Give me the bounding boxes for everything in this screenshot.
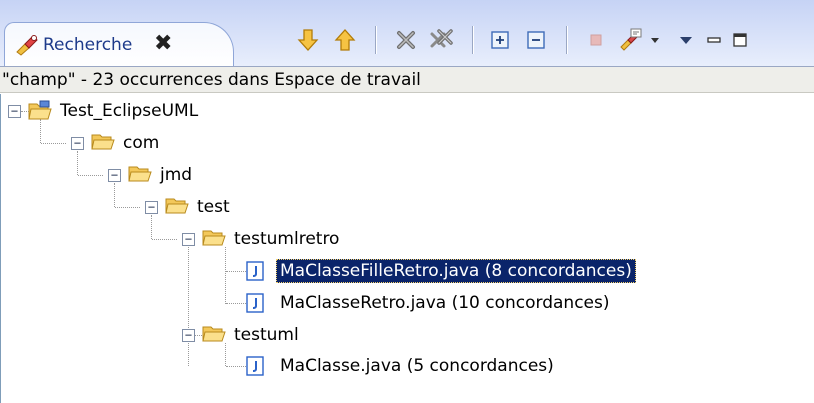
tree-guide — [188, 247, 189, 366]
tree-guide — [152, 239, 177, 240]
search-result-summary: "champ" - 23 occurrences dans Espace de … — [0, 66, 814, 93]
cancel-search-button[interactable] — [581, 25, 611, 55]
remove-selected-matches-button[interactable] — [391, 25, 421, 55]
collapse-toggle[interactable]: − — [182, 329, 195, 342]
dropdown-arrow-icon — [651, 38, 659, 43]
tree-guide — [78, 175, 103, 176]
tree-label: com — [123, 133, 160, 153]
tree-label: MaClasseRetro.java (10 concordances) — [280, 293, 610, 313]
folder-open-icon — [202, 230, 226, 246]
tab-title: Recherche — [43, 35, 133, 55]
view-toolbar: Recherche ✖ — [0, 0, 814, 67]
previous-match-button[interactable] — [330, 25, 360, 55]
expand-all-button[interactable] — [485, 25, 515, 55]
stop-icon — [590, 34, 602, 46]
toolbar-separator — [566, 26, 568, 54]
toolbar-separator — [472, 26, 474, 54]
collapse-toggle[interactable]: − — [71, 137, 84, 150]
collapse-toggle[interactable]: − — [182, 233, 195, 246]
tree-guide — [226, 366, 246, 367]
java-file-icon — [246, 261, 264, 281]
minimize-button[interactable] — [702, 25, 726, 55]
close-icon[interactable]: ✖ — [154, 31, 172, 56]
tree-label: test — [197, 197, 230, 217]
search-history-icon — [620, 28, 642, 51]
project-folder-icon — [28, 100, 52, 120]
tree-guide — [226, 303, 246, 304]
folder-open-icon — [165, 198, 189, 214]
minimize-icon — [707, 37, 721, 43]
tree-label: jmd — [160, 165, 193, 185]
tree-label: testuml — [234, 325, 299, 345]
tab-recherche[interactable]: Recherche ✖ — [4, 22, 234, 67]
tree-guide — [225, 247, 226, 304]
folder-open-icon — [128, 166, 152, 182]
tree-guide — [225, 343, 226, 366]
folder-open-icon — [91, 134, 115, 150]
arrow-down-icon — [297, 29, 319, 51]
search-results-tree[interactable]: − Test_EclipseUML − com − jmd − test − t… — [0, 94, 814, 403]
collapse-all-icon — [527, 31, 545, 49]
tree-label: MaClasseFilleRetro.java (8 concordances) — [276, 259, 636, 283]
previous-searches-button[interactable] — [616, 25, 646, 55]
collapse-toggle[interactable]: − — [108, 169, 121, 182]
tree-guide — [226, 271, 246, 272]
chevron-down-icon — [680, 37, 692, 44]
tree-guide — [115, 207, 140, 208]
previous-searches-dropdown[interactable] — [646, 25, 664, 55]
java-file-icon — [246, 293, 264, 313]
maximize-button[interactable] — [728, 25, 752, 55]
tree-guide — [77, 151, 78, 175]
collapse-all-button[interactable] — [521, 25, 551, 55]
tree-label: Test_EclipseUML — [60, 101, 199, 121]
remove-icon — [397, 31, 415, 49]
tree-guide — [114, 183, 115, 207]
tree-label: MaClasse.java (5 concordances) — [280, 356, 554, 376]
expand-all-icon — [491, 31, 509, 49]
folder-open-icon — [202, 326, 226, 342]
next-match-button[interactable] — [293, 25, 323, 55]
search-view-icon — [15, 34, 39, 61]
collapse-toggle[interactable]: − — [145, 201, 158, 214]
arrow-up-icon — [334, 29, 356, 51]
tree-guide — [41, 143, 66, 144]
remove-all-matches-button[interactable] — [427, 25, 457, 55]
tree-label: testumlretro — [234, 229, 340, 249]
tree-guide — [151, 215, 152, 239]
collapse-toggle[interactable]: − — [8, 105, 21, 118]
view-menu-button[interactable] — [672, 25, 700, 55]
toolbar-separator — [375, 26, 377, 54]
maximize-icon — [733, 33, 747, 47]
java-file-icon — [246, 356, 264, 376]
tree-guide — [40, 119, 41, 143]
remove-all-icon — [430, 29, 453, 48]
